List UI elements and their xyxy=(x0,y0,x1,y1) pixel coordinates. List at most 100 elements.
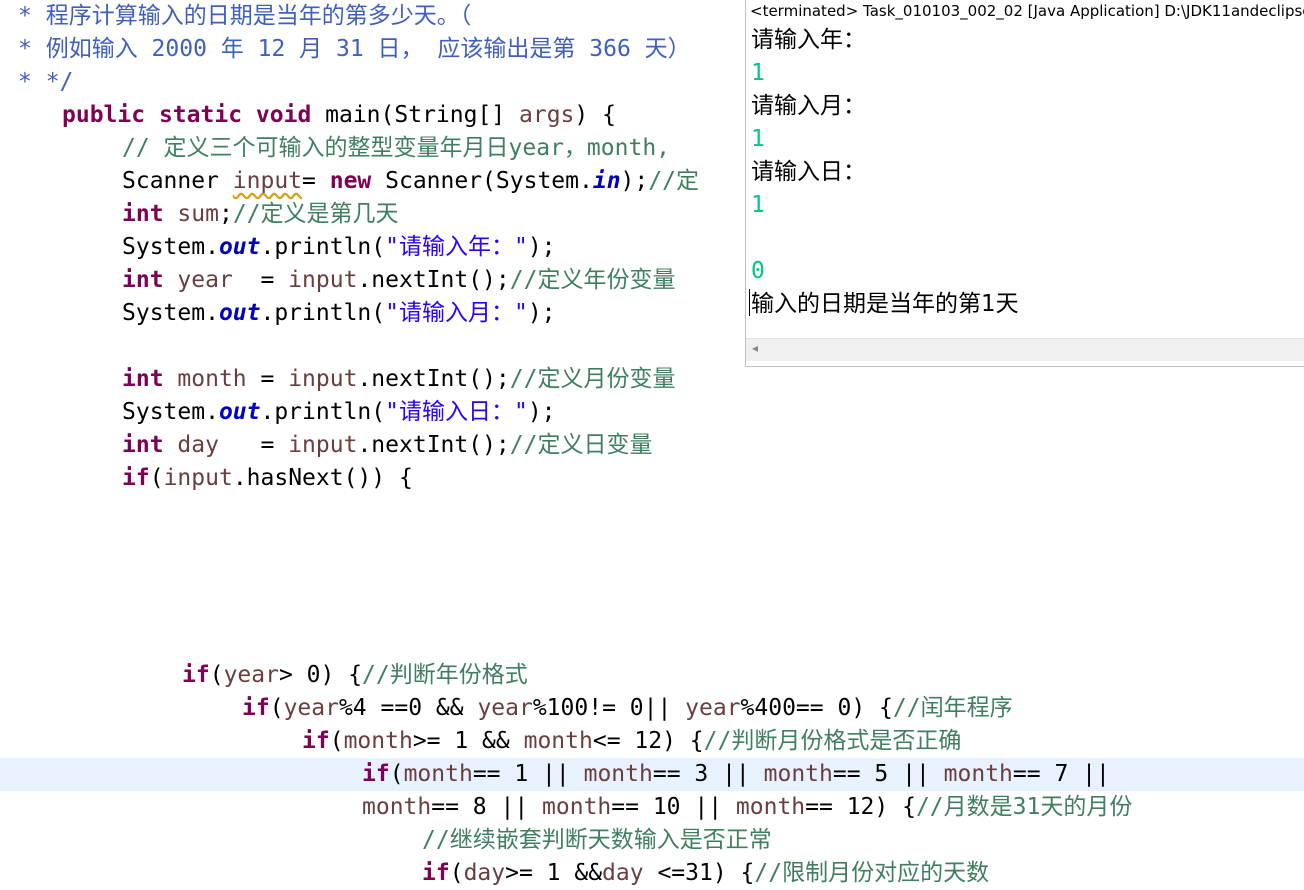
code-token: day xyxy=(602,860,644,886)
code-line[interactable]: if(month>= 1 && month<= 12) {//判断月份格式是否正… xyxy=(302,725,961,758)
code-token: = xyxy=(302,168,330,194)
code-token: //限制月份对应的天数 xyxy=(754,860,990,886)
code-token: args xyxy=(519,102,575,128)
console-output-line: 输入的日期是当年的第1天 xyxy=(751,291,1019,317)
code-line[interactable]: if(year%4 ==0 && year%100!= 0|| year%400… xyxy=(242,692,1013,725)
code-token: day xyxy=(463,860,506,886)
code-line[interactable]: public static void main(String[] args) { xyxy=(62,99,616,132)
code-token: int xyxy=(122,201,164,227)
code-line[interactable]: System.out.println("请输入日："); xyxy=(122,396,556,429)
code-token: = xyxy=(246,366,289,392)
code-token: = xyxy=(232,267,289,293)
code-token: sum xyxy=(177,201,219,227)
code-line[interactable]: if(year> 0) {//判断年份格式 xyxy=(182,659,528,692)
console-view[interactable]: <terminated> Task_010103_002_02 [Java Ap… xyxy=(745,0,1304,367)
code-token: out xyxy=(218,300,261,326)
code-line[interactable]: System.out.println("请输入年："); xyxy=(122,231,556,264)
code-token: public xyxy=(62,102,146,128)
code-token: ; xyxy=(218,201,233,227)
console-output-line: 请输入年： xyxy=(751,27,866,53)
code-line[interactable]: int day = input.nextInt();//定义日变量 xyxy=(122,429,652,462)
code-line[interactable]: int month = input.nextInt();//定义月份变量 xyxy=(122,363,675,396)
code-token: year xyxy=(283,695,339,721)
code-token: //定 xyxy=(648,168,699,194)
code-token: input xyxy=(288,366,358,392)
console-horizontal-scrollbar[interactable]: ◂ xyxy=(746,338,1304,361)
code-token: //判断年份格式 xyxy=(362,662,528,688)
code-token: .println( xyxy=(260,399,386,425)
code-token: "请输入月：" xyxy=(385,300,528,326)
code-token: == 10 || xyxy=(611,794,736,820)
code-line[interactable]: // 定义三个可输入的整型变量年月日year，month, xyxy=(122,132,670,165)
current-code-line[interactable]: if(month== 1 || month== 3 || month== 5 |… xyxy=(0,758,1304,791)
code-line[interactable]: * 例如输入 2000 年 12 月 31 日， 应该输出是第 366 天） xyxy=(18,33,691,66)
code-token: %400== 0) { xyxy=(740,695,893,721)
code-token: * 程序计算输入的日期是当年的第多少天。（ xyxy=(18,3,472,29)
code-token: = xyxy=(218,432,289,458)
code-token: ( xyxy=(209,662,224,688)
code-token: //定义月份变量 xyxy=(509,366,676,392)
code-token: int xyxy=(122,366,164,392)
code-token: .hasNext()) { xyxy=(232,465,413,491)
console-input-line: 1 xyxy=(751,126,765,152)
code-line[interactable]: //继续嵌套判断天数输入是否正常 xyxy=(422,824,772,857)
code-token: month xyxy=(735,794,806,820)
code-line[interactable]: Scanner input= new Scanner(System.in);//… xyxy=(122,165,699,198)
code-token: month xyxy=(523,728,593,754)
code-token: Scanner(System. xyxy=(371,168,593,194)
code-token: == 8 || xyxy=(431,794,543,820)
code-token: > 0) { xyxy=(278,662,363,688)
code-token: System. xyxy=(122,234,219,260)
code-line[interactable]: if(input.hasNext()) { xyxy=(122,462,413,495)
code-token: System. xyxy=(122,300,219,326)
code-token: //定义日变量 xyxy=(509,432,653,458)
code-token: == 1 || xyxy=(472,761,584,787)
code-token: .println( xyxy=(260,234,386,260)
console-header: <terminated> Task_010103_002_02 [Java Ap… xyxy=(750,2,1304,20)
code-line[interactable]: int year = input.nextInt();//定义年份变量 xyxy=(122,264,675,297)
code-token: month xyxy=(542,794,612,820)
code-line[interactable]: month== 8 || month== 10 || month== 12) {… xyxy=(362,791,1132,824)
code-token: * */ xyxy=(18,69,74,95)
code-token: new xyxy=(329,168,372,194)
code-token: "请输入日：" xyxy=(385,399,528,425)
console-output-line: 请输入月： xyxy=(751,93,866,119)
scroll-left-arrow-icon[interactable]: ◂ xyxy=(752,341,758,355)
code-token: %100!= 0|| xyxy=(532,695,686,721)
code-token: in xyxy=(592,168,621,194)
code-line[interactable]: * */ xyxy=(18,66,73,99)
code-token: ); xyxy=(527,399,556,425)
code-token: month xyxy=(583,761,653,787)
console-input-line: 1 xyxy=(751,60,765,86)
code-token: <=31) { xyxy=(643,860,755,886)
code-token: if xyxy=(242,695,270,721)
code-token: input xyxy=(163,465,233,491)
code-token: month xyxy=(943,761,1013,787)
code-token: == 12) { xyxy=(805,794,916,820)
code-token: out xyxy=(218,399,261,425)
console-input-line: 1 xyxy=(751,192,765,218)
code-token: ); xyxy=(527,300,556,326)
console-output-line: 请输入日： xyxy=(751,159,866,185)
code-token: == 3 || xyxy=(652,761,764,787)
code-token: static xyxy=(158,102,243,128)
code-line[interactable]: if(day>= 1 &&day <=31) {//限制月份对应的天数 xyxy=(422,857,989,890)
code-token: int xyxy=(122,267,164,293)
code-token: month xyxy=(343,728,413,754)
code-token: input xyxy=(288,267,358,293)
code-line[interactable]: int sum;//定义是第几天 xyxy=(122,198,399,231)
code-token: %4 ==0 && xyxy=(338,695,478,721)
code-token: // 定义三个可输入的整型变量年月日year，month, xyxy=(122,135,671,161)
code-token: day xyxy=(177,432,219,458)
code-token: if xyxy=(362,761,390,787)
console-input-line: 0 xyxy=(751,258,765,284)
code-line[interactable]: * 程序计算输入的日期是当年的第多少天。（ xyxy=(18,0,471,33)
code-token: out xyxy=(218,234,261,260)
code-line[interactable]: System.out.println("请输入月："); xyxy=(122,297,556,330)
code-token: ); xyxy=(527,234,556,260)
